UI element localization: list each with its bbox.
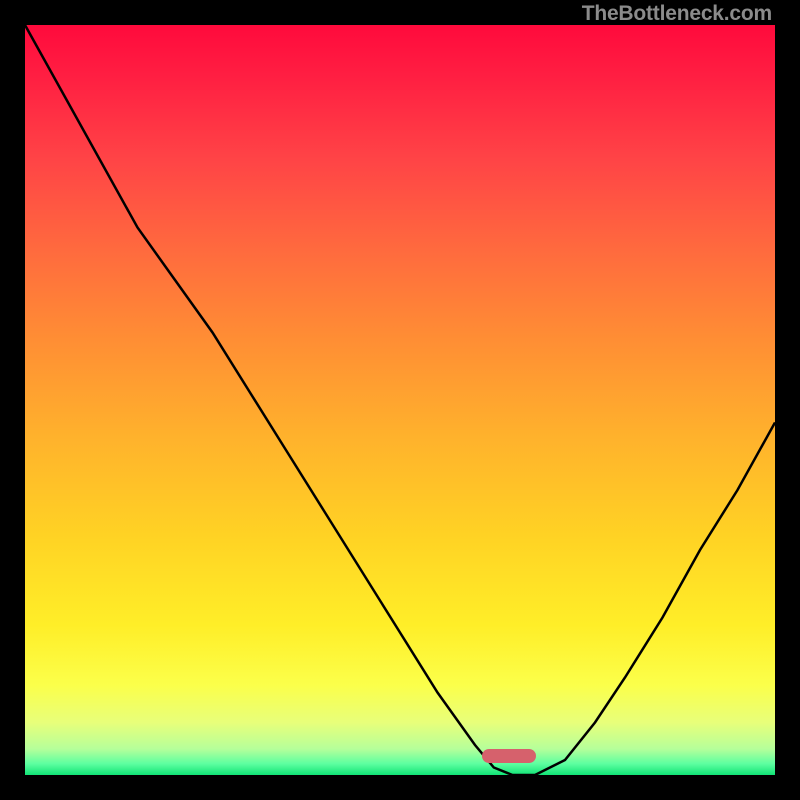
watermark-label: TheBottleneck.com: [582, 2, 772, 26]
optimal-range-marker: [482, 749, 536, 763]
plot-area: [25, 25, 775, 775]
bottleneck-curve: [25, 25, 775, 775]
chart-frame: TheBottleneck.com: [0, 0, 800, 800]
